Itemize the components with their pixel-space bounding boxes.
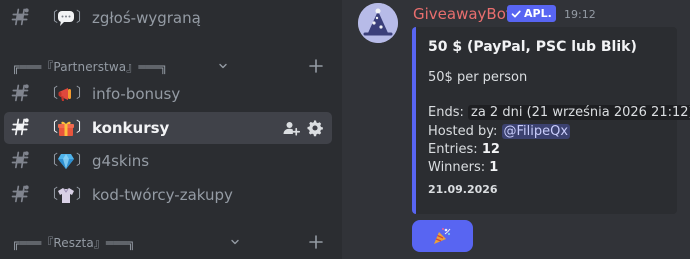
embed-ends-line: Ends: za 2 dni (21 września 2026 21:12) xyxy=(428,104,690,121)
bracket-left: 〔 xyxy=(44,120,58,136)
channel-emoji-wrap: 〔 〕 xyxy=(44,150,90,172)
winners-count: 1 xyxy=(489,160,499,175)
embed-description: 50$ per person xyxy=(428,70,528,85)
category-reszta[interactable]: ╔═══『Reszta』═══╗ xyxy=(12,232,332,252)
channel-emoji-wrap: 〔 〕 xyxy=(44,184,90,206)
ends-relative: za 2 dni xyxy=(471,105,523,120)
message-author[interactable]: GiveawayBot xyxy=(413,4,512,24)
settings-gear-icon[interactable] xyxy=(306,119,324,137)
host-mention[interactable]: @FilipeQx xyxy=(501,124,571,139)
channel-emoji-wrap: 〔 〕 xyxy=(44,7,90,29)
bracket-left: 〔 xyxy=(44,187,58,203)
ends-label: Ends: xyxy=(428,105,464,120)
channel-item-kod-tworcy-zakupy[interactable]: 〔 〕 kod-twórcy-zakupy xyxy=(4,179,332,211)
embed-winners-line: Winners: 1 xyxy=(428,159,498,176)
channel-item-konkursy[interactable]: 〔 〕 konkursy xyxy=(4,112,332,144)
megaphone-emoji-icon xyxy=(58,88,71,101)
create-channel-plus-icon[interactable] xyxy=(308,58,324,74)
channel-item-zglos-wygrana[interactable]: 〔 〕 zgłoś-wygraną xyxy=(4,2,332,34)
ends-absolute: (21 września 2026 21:12) xyxy=(526,105,690,120)
channel-name: konkursy xyxy=(92,119,170,137)
category-label: ╔═══『Reszta』═══╗ xyxy=(12,236,136,250)
bracket-left: 〔 xyxy=(44,10,58,26)
winners-label: Winners: xyxy=(428,160,486,175)
chevron-down-icon xyxy=(219,63,227,69)
party-bot-avatar-icon xyxy=(358,3,398,43)
channel-sidebar: 〔 〕 zgłoś-wygraną ╔═══『Partnerstwa』═══╗ … xyxy=(0,0,342,259)
embed-entries-line: Entries: 12 xyxy=(428,141,500,158)
channel-emoji-wrap: 〔 〕 xyxy=(44,117,90,139)
text-channel-icon xyxy=(11,8,29,26)
text-channel-icon xyxy=(11,151,29,169)
speech-bubble-emoji-icon xyxy=(58,11,74,26)
channel-name: info-bonusy xyxy=(92,85,181,103)
chat-area: GiveawayBot APL. 19:12 50 $ (PayPal, PSC… xyxy=(342,0,690,259)
bracket-right: 〕 xyxy=(76,187,90,203)
app-tag-badge: APL. xyxy=(507,5,556,22)
category-partnerstwa[interactable]: ╔═══『Partnerstwa』═══╗ xyxy=(12,56,332,76)
entries-label: Entries: xyxy=(428,142,478,157)
channel-name: kod-twórcy-zakupy xyxy=(92,186,233,204)
bot-avatar[interactable] xyxy=(358,3,398,43)
shirt-emoji-icon xyxy=(58,188,74,203)
create-channel-plus-icon[interactable] xyxy=(308,234,324,250)
gift-emoji-icon xyxy=(58,121,74,136)
verified-check-icon xyxy=(511,10,521,17)
text-channel-icon xyxy=(11,84,29,102)
channel-item-info-bonusy[interactable]: 〔 〕 info-bonusy xyxy=(4,78,332,110)
channel-emoji-wrap: 〔 〕 xyxy=(44,83,90,105)
text-channel-icon xyxy=(11,118,29,136)
embed-title: 50 $ (PayPal, PSC lub Blik) xyxy=(428,39,637,55)
channel-actions xyxy=(282,119,324,137)
message-timestamp: 19:12 xyxy=(564,8,596,21)
gem-emoji-icon xyxy=(58,154,74,169)
bracket-left: 〔 xyxy=(44,153,58,169)
text-channel-icon xyxy=(11,185,29,203)
bracket-left: 〔 xyxy=(44,86,58,102)
channel-item-g4skins[interactable]: 〔 〕 g4skins xyxy=(4,145,332,177)
embed-hosted-line: Hosted by: @FilipeQx xyxy=(428,123,571,140)
hosted-label: Hosted by: xyxy=(428,124,498,139)
chevron-down-icon xyxy=(231,239,239,245)
entries-count: 12 xyxy=(481,142,500,157)
add-member-icon[interactable] xyxy=(282,119,300,137)
bracket-right: 〕 xyxy=(76,153,90,169)
embed-footer-date: 21.09.2026 xyxy=(428,183,498,196)
bracket-right: 〕 xyxy=(76,120,90,136)
app-tag-label: APL. xyxy=(524,7,552,20)
party-popper-icon xyxy=(434,228,451,244)
bracket-right: 〕 xyxy=(76,86,90,102)
channel-name: g4skins xyxy=(92,152,150,170)
channel-name: zgłoś-wygraną xyxy=(92,9,201,27)
ends-timestamp[interactable]: za 2 dni (21 września 2026 21:12) xyxy=(468,105,690,120)
category-label: ╔═══『Partnerstwa』═══╗ xyxy=(12,60,168,74)
giveaway-embed: 50 $ (PayPal, PSC lub Blik) 50$ per pers… xyxy=(412,27,690,214)
enter-giveaway-button[interactable] xyxy=(412,220,473,252)
bracket-right: 〕 xyxy=(76,10,90,26)
